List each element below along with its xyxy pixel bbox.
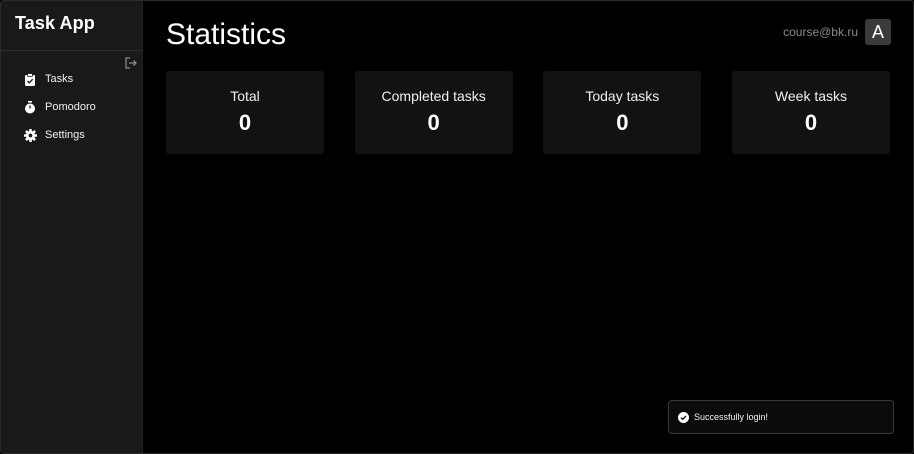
stat-value: 0 [238,110,252,135]
stopwatch-icon [23,100,37,114]
sidebar-nav: Tasks Pomodoro Settings [1,65,143,149]
stat-card-week: Week tasks 0 [731,71,890,154]
sidebar-item-label: Settings [45,129,85,141]
stat-value: 0 [804,110,818,135]
clipboard-check-icon [23,72,37,86]
check-circle-icon [678,411,689,423]
avatar[interactable]: A [865,19,891,45]
stat-label: Week tasks [774,88,848,104]
sidebar-item-label: Tasks [45,73,74,85]
gear-icon [23,128,37,142]
main-content: Statistics course@bk.ru A Total 0 Comple… [143,1,913,453]
stat-label: Total [230,88,260,104]
user-email: course@bk.ru [783,25,858,39]
sidebar-item-label: Pomodoro [45,101,96,113]
sidebar: Task App Tasks Pomodoro Settings [1,1,143,453]
brand: Task App [1,1,142,51]
sidebar-item-pomodoro[interactable]: Pomodoro [1,93,143,121]
stat-label: Completed tasks [381,88,486,104]
stat-value: 0 [616,110,629,135]
stat-card-completed: Completed tasks 0 [354,71,513,154]
stat-card-today: Today tasks 0 [543,71,702,154]
sidebar-item-tasks[interactable]: Tasks [1,65,143,93]
toast-message: Successfully login! [694,412,769,422]
stats-cards: Total 0 Completed tasks 0 Today tasks 0 … [166,71,890,154]
page-title: Statistics [166,18,287,51]
stat-value: 0 [427,110,440,135]
toast-notification[interactable]: Successfully login! [668,400,894,434]
stat-label: Today tasks [585,88,660,104]
sidebar-item-settings[interactable]: Settings [1,121,143,149]
app-title: Task App [15,13,95,33]
user-info: course@bk.ru A [783,19,891,45]
stat-card-total: Total 0 [166,71,324,154]
app-window: Task App Tasks Pomodoro Settings Statist… [0,0,914,454]
